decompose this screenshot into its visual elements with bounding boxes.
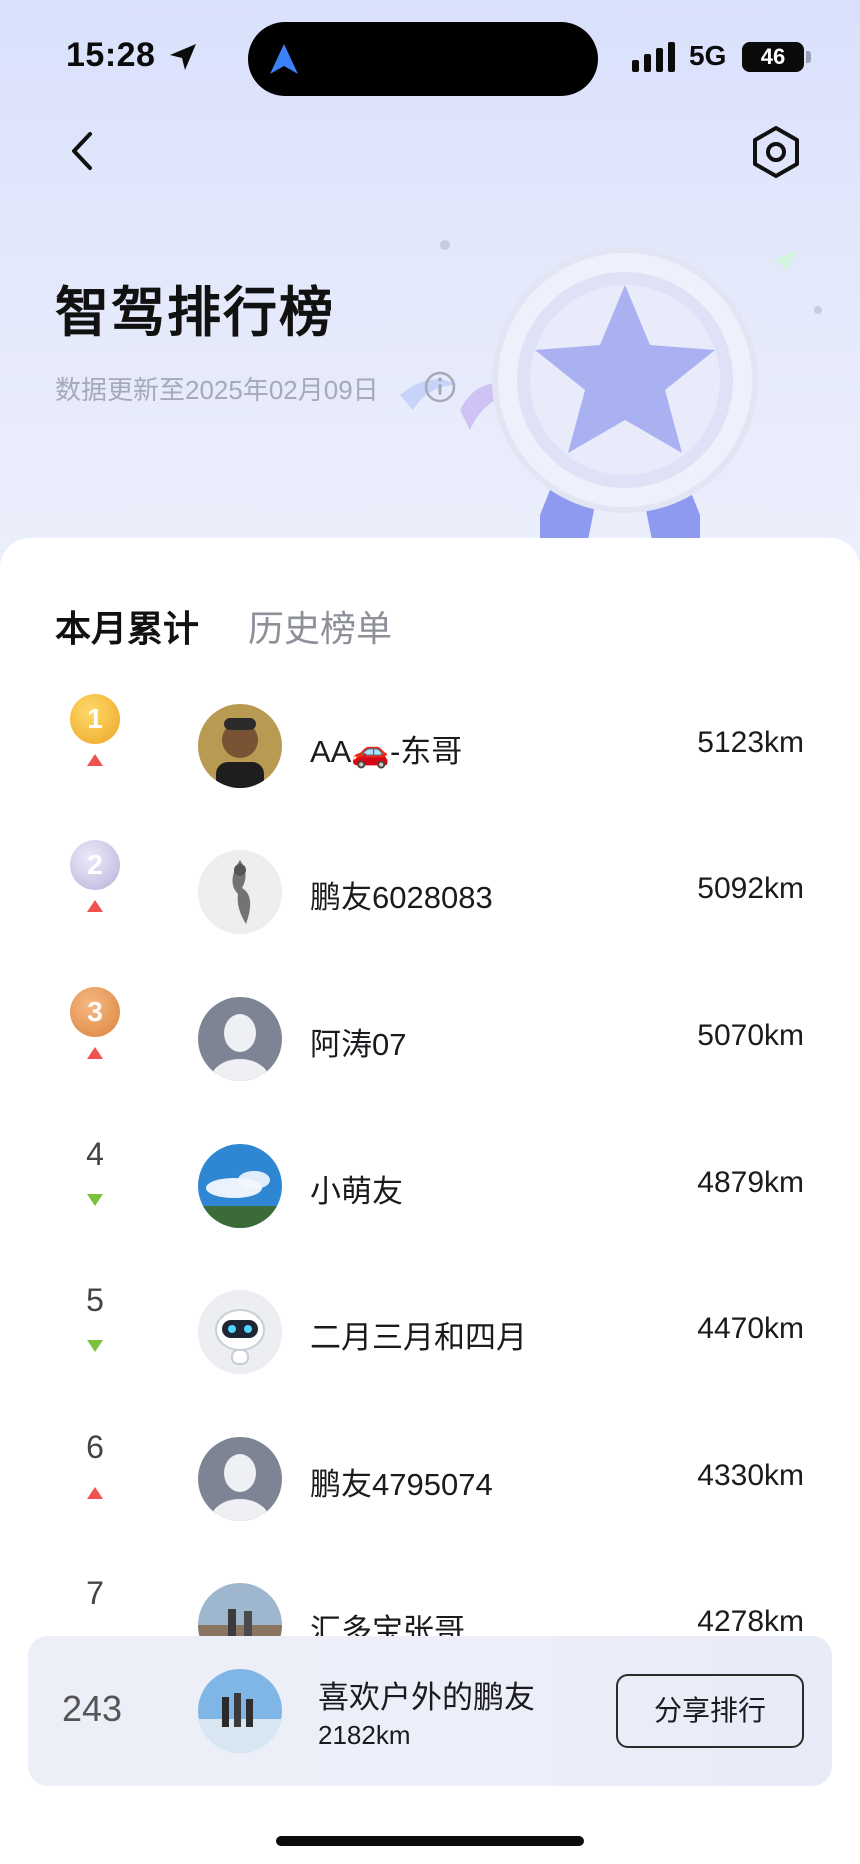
cellular-signal-icon bbox=[632, 42, 675, 72]
rank-number: 4 bbox=[86, 1136, 104, 1172]
default-avatar-icon bbox=[198, 997, 282, 1081]
trend-up-icon bbox=[87, 1487, 103, 1499]
people-photo-icon bbox=[198, 1669, 282, 1753]
page-title: 智驾排行榜 bbox=[55, 283, 335, 343]
gold-medal-badge: 1 bbox=[70, 694, 120, 744]
my-rank-number: 243 bbox=[62, 1688, 123, 1729]
avatar[interactable] bbox=[198, 850, 282, 934]
rank-number: 7 bbox=[86, 1575, 104, 1611]
user-name: AA🚗-东哥 bbox=[310, 734, 463, 769]
distance-value: 5092km bbox=[697, 872, 804, 905]
rank-number: 6 bbox=[86, 1429, 104, 1465]
trend-down-icon bbox=[87, 1194, 103, 1206]
tab-history-ranking[interactable]: 历史榜单 bbox=[248, 600, 392, 652]
trend-down-icon bbox=[87, 1340, 103, 1352]
info-icon[interactable] bbox=[424, 371, 456, 403]
tiger-sketch-icon bbox=[198, 850, 282, 934]
rank-number: 2 bbox=[87, 849, 103, 880]
ranking-row[interactable]: 1 AA🚗-东哥 5123km bbox=[0, 672, 860, 818]
ranking-row[interactable]: 3 阿涛07 5070km bbox=[0, 965, 860, 1111]
trend-up-icon bbox=[87, 1047, 103, 1059]
status-bar: 15:28 5G 46 bbox=[0, 0, 860, 120]
battery-percent: 46 bbox=[760, 44, 786, 69]
navigation-arrow-icon bbox=[270, 44, 298, 74]
distance-value: 4330km bbox=[697, 1459, 804, 1492]
avatar[interactable] bbox=[198, 1290, 282, 1374]
user-name: 二月三月和四月 bbox=[310, 1320, 527, 1355]
user-name: 鹏友4795074 bbox=[310, 1467, 493, 1502]
update-date-text: 数据更新至2025年02月09日 bbox=[55, 375, 379, 405]
distance-value: 4470km bbox=[697, 1312, 804, 1345]
location-arrow-icon bbox=[170, 44, 196, 70]
avatar[interactable] bbox=[198, 1437, 282, 1521]
my-user-name: 喜欢户外的鹏友 bbox=[318, 1680, 535, 1715]
default-avatar-icon bbox=[198, 1437, 282, 1521]
distance-value: 5070km bbox=[697, 1019, 804, 1052]
rank-number: 3 bbox=[87, 996, 103, 1027]
ranking-row[interactable]: 5 二月三月和四月 4470km bbox=[0, 1258, 860, 1404]
avatar[interactable] bbox=[198, 704, 282, 788]
back-button[interactable] bbox=[56, 124, 110, 178]
home-indicator[interactable] bbox=[276, 1836, 584, 1846]
status-time: 15:28 bbox=[66, 36, 156, 74]
battery-tip bbox=[806, 51, 811, 63]
trend-up-icon bbox=[87, 900, 103, 912]
share-ranking-button[interactable]: 分享排行 bbox=[616, 1674, 804, 1748]
distance-value: 4879km bbox=[697, 1166, 804, 1199]
my-distance-value: 2182km bbox=[318, 1720, 411, 1750]
rank-number: 5 bbox=[86, 1282, 104, 1318]
my-ranking-card: 243 喜欢户外的鹏友 2182km 分享排行 bbox=[28, 1636, 832, 1786]
user-name: 小萌友 bbox=[310, 1174, 403, 1209]
settings-gear-icon[interactable] bbox=[748, 124, 804, 180]
avatar[interactable] bbox=[198, 997, 282, 1081]
network-type: 5G bbox=[689, 40, 727, 71]
portrait-photo-icon bbox=[198, 704, 282, 788]
ranking-row[interactable]: 6 鹏友4795074 4330km bbox=[0, 1405, 860, 1551]
ranking-row[interactable]: 2 鹏友6028083 5092km bbox=[0, 818, 860, 964]
robot-icon bbox=[198, 1290, 282, 1374]
distance-value: 5123km bbox=[697, 726, 804, 759]
user-name: 阿涛07 bbox=[310, 1027, 407, 1062]
sky-clouds-icon bbox=[198, 1144, 282, 1228]
avatar[interactable] bbox=[198, 1144, 282, 1228]
user-name: 鹏友6028083 bbox=[310, 880, 493, 915]
dynamic-island bbox=[248, 22, 598, 96]
tab-monthly-total[interactable]: 本月累计 bbox=[55, 600, 199, 652]
battery-icon: 46 bbox=[742, 42, 804, 72]
trend-up-icon bbox=[87, 754, 103, 766]
distance-value: 4278km bbox=[697, 1605, 804, 1638]
ranking-row[interactable]: 4 小萌友 4879km bbox=[0, 1112, 860, 1258]
rank-number: 1 bbox=[87, 703, 103, 734]
my-avatar[interactable] bbox=[198, 1669, 282, 1753]
silver-medal-badge: 2 bbox=[70, 840, 120, 890]
bronze-medal-badge: 3 bbox=[70, 987, 120, 1037]
